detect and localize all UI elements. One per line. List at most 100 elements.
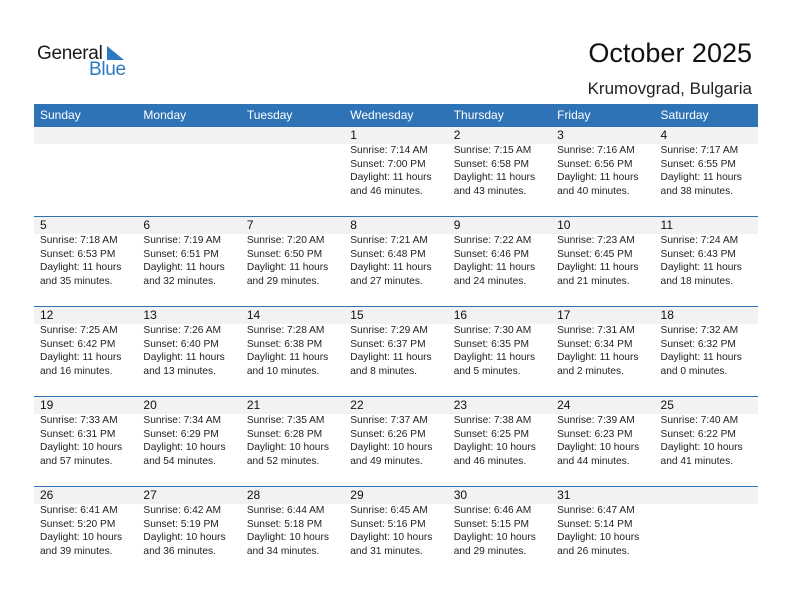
sunset-text: Sunset: 6:26 PM — [350, 428, 426, 440]
daylight-text: Daylight: 10 hours — [40, 442, 123, 453]
sunrise-text: Sunrise: 7:16 AM — [557, 145, 635, 156]
daylight-minutes: and 35 minutes. — [40, 275, 113, 287]
sunrise-text: Sunrise: 7:31 AM — [557, 325, 635, 336]
sunrise-text: Sunrise: 7:21 AM — [350, 235, 428, 246]
sunset-text: Sunset: 6:23 PM — [557, 428, 633, 440]
day-number: 11 — [660, 218, 673, 232]
weekday-thursday: Thursday — [453, 108, 504, 122]
sunrise-text: Sunrise: 6:42 AM — [143, 505, 222, 516]
daylight-text: Daylight: 11 hours — [453, 352, 536, 363]
daylight-minutes: and 40 minutes. — [557, 185, 630, 197]
day-cell: Sunrise: 7:29 AM Sunset: 6:37 PM Daylight:… — [344, 324, 447, 378]
daylight-minutes: and 13 minutes. — [143, 365, 216, 377]
day-number: 6 — [143, 218, 151, 232]
daylight-minutes: and 18 minutes. — [660, 275, 734, 287]
day-number-row: 5 6 7 8 9 10 11 — [34, 217, 758, 234]
sunrise-text: Sunrise: 7:30 AM — [453, 325, 532, 336]
day-cell: Sunrise: 6:46 AM Sunset: 5:15 PM Daylight:… — [448, 504, 551, 558]
sunrise-text: Sunrise: 6:46 AM — [453, 505, 532, 516]
sunrise-text: Sunrise: 7:34 AM — [143, 415, 222, 426]
sunrise-text: Sunrise: 7:32 AM — [660, 325, 739, 336]
sunrise-text: Sunrise: 7:18 AM — [40, 235, 118, 246]
sunset-text: Sunset: 6:35 PM — [453, 338, 530, 350]
daylight-text: Daylight: 11 hours — [350, 262, 432, 273]
daylight-minutes: and 32 minutes. — [143, 275, 216, 287]
day-details-row: Sunrise: 7:25 AM Sunset: 6:42 PM Daylight:… — [34, 324, 758, 378]
daylight-text: Daylight: 10 hours — [246, 532, 329, 543]
week-row: 5 6 7 8 9 10 11 Sunrise: 7:18 AM Sunset: 6:53 PM… — [34, 216, 758, 307]
daylight-minutes: and 2 minutes. — [557, 365, 624, 377]
day-number: 2 — [453, 128, 461, 142]
sunset-text: Sunset: 5:15 PM — [453, 518, 530, 530]
daylight-text: Daylight: 11 hours — [143, 262, 225, 273]
day-cell: Sunrise: 7:35 AM Sunset: 6:28 PM Daylight:… — [241, 414, 344, 468]
sunset-text: Sunset: 6:56 PM — [557, 158, 633, 170]
daylight-minutes: and 5 minutes. — [453, 365, 521, 377]
daylight-minutes: and 0 minutes. — [660, 365, 728, 377]
daylight-text: Daylight: 11 hours — [350, 172, 432, 183]
daylight-text: Daylight: 11 hours — [660, 262, 742, 273]
day-cell: Sunrise: 7:20 AM Sunset: 6:50 PM Daylight:… — [241, 234, 344, 288]
sunrise-text: Sunrise: 6:45 AM — [350, 505, 428, 516]
day-number — [655, 487, 758, 504]
day-number: 5 — [40, 218, 47, 232]
sunset-text: Sunset: 5:14 PM — [557, 518, 633, 530]
location-subtitle: Krumovgrad, Bulgaria — [587, 79, 752, 98]
daylight-minutes: and 44 minutes. — [557, 455, 630, 467]
day-cell — [655, 504, 758, 558]
day-number: 25 — [660, 398, 674, 412]
day-number: 1 — [350, 128, 357, 142]
weekday-saturday: Saturday — [660, 108, 709, 122]
daylight-minutes: and 31 minutes. — [350, 545, 423, 557]
sunrise-text: Sunrise: 7:25 AM — [40, 325, 118, 336]
daylight-minutes: and 57 minutes. — [40, 455, 113, 467]
page-title: October 2025 — [588, 38, 752, 68]
day-number: 23 — [453, 398, 468, 412]
day-cell: Sunrise: 6:44 AM Sunset: 5:18 PM Daylight:… — [241, 504, 344, 558]
week-row: 19 20 21 22 23 24 25 Sunrise: 7:33 AM Sunset: 6:… — [34, 396, 758, 487]
sunrise-text: Sunrise: 7:33 AM — [40, 415, 118, 426]
sunset-text: Sunset: 6:38 PM — [246, 338, 323, 350]
day-number — [137, 127, 240, 144]
daylight-text: Daylight: 10 hours — [246, 442, 329, 453]
sunrise-text: Sunrise: 7:22 AM — [453, 235, 532, 246]
weekday-friday: Friday — [557, 108, 591, 122]
day-cell: Sunrise: 7:22 AM Sunset: 6:46 PM Daylight:… — [448, 234, 551, 288]
daylight-minutes: and 49 minutes. — [350, 455, 423, 467]
daylight-minutes: and 43 minutes. — [453, 185, 527, 197]
daylight-minutes: and 24 minutes. — [453, 275, 527, 287]
sunset-text: Sunset: 6:31 PM — [40, 428, 116, 440]
daylight-minutes: and 52 minutes. — [246, 455, 320, 467]
day-cell: Sunrise: 7:18 AM Sunset: 6:53 PM Daylight:… — [34, 234, 137, 288]
day-cell: Sunrise: 7:34 AM Sunset: 6:29 PM Daylight:… — [137, 414, 240, 468]
sunrise-text: Sunrise: 7:29 AM — [350, 325, 428, 336]
sunset-text: Sunset: 6:51 PM — [143, 248, 219, 260]
day-number-row: 26 27 28 29 30 31 — [34, 487, 758, 504]
day-cell: Sunrise: 7:19 AM Sunset: 6:51 PM Daylight:… — [137, 234, 240, 288]
daylight-text: Daylight: 11 hours — [557, 352, 639, 363]
daylight-text: Daylight: 10 hours — [350, 532, 433, 543]
day-number: 15 — [350, 308, 364, 322]
sunrise-text: Sunrise: 7:15 AM — [453, 145, 532, 156]
day-number-row: 12 13 14 15 16 17 18 — [34, 307, 758, 324]
daylight-text: Daylight: 11 hours — [40, 262, 122, 273]
daylight-minutes: and 29 minutes. — [453, 545, 527, 557]
sunrise-text: Sunrise: 6:41 AM — [40, 505, 118, 516]
day-number: 17 — [557, 308, 571, 322]
day-number: 14 — [246, 308, 261, 322]
day-number: 21 — [246, 398, 261, 412]
day-cell: Sunrise: 7:24 AM Sunset: 6:43 PM Daylight:… — [655, 234, 758, 288]
day-number: 29 — [350, 488, 364, 502]
daylight-text: Daylight: 11 hours — [557, 262, 639, 273]
day-number — [241, 127, 344, 144]
day-details-row: Sunrise: 7:33 AM Sunset: 6:31 PM Daylight:… — [34, 414, 758, 468]
day-cell: Sunrise: 7:28 AM Sunset: 6:38 PM Daylight:… — [241, 324, 344, 378]
daylight-minutes: and 38 minutes. — [660, 185, 734, 197]
day-cell: Sunrise: 7:31 AM Sunset: 6:34 PM Daylight:… — [551, 324, 654, 378]
logo-text-blue: Blue — [89, 59, 126, 80]
day-cell: Sunrise: 7:17 AM Sunset: 6:55 PM Daylight:… — [655, 144, 758, 198]
day-cell: Sunrise: 7:16 AM Sunset: 6:56 PM Daylight:… — [551, 144, 654, 198]
weekday-tuesday: Tuesday — [246, 108, 293, 122]
weekday-header: Sunday Monday Tuesday Wednesday Thursday… — [34, 104, 758, 126]
day-cell: Sunrise: 7:25 AM Sunset: 6:42 PM Daylight:… — [34, 324, 137, 378]
